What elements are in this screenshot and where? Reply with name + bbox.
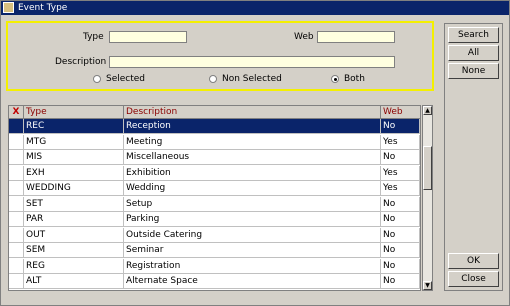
cell-description[interactable]: Outside Catering <box>124 227 381 243</box>
description-input[interactable] <box>109 56 395 68</box>
header-type[interactable]: Type <box>24 106 124 118</box>
radio-button-icon[interactable] <box>93 75 101 83</box>
cell-type[interactable]: OUT <box>24 227 124 243</box>
cell-type[interactable]: REC <box>24 119 124 134</box>
table-row[interactable]: REC Reception No <box>9 119 420 134</box>
cell-select[interactable] <box>9 212 24 227</box>
cell-select[interactable] <box>9 227 24 243</box>
button-panel: Search All None OK Close <box>444 23 503 291</box>
type-input[interactable] <box>109 31 187 43</box>
radio-label: Selected <box>106 74 146 84</box>
window-title: Event Type <box>18 3 68 13</box>
search-button[interactable]: Search <box>448 27 499 43</box>
cell-web[interactable]: No <box>381 119 420 134</box>
cell-type[interactable]: MIS <box>24 150 124 165</box>
web-input[interactable] <box>317 31 395 43</box>
cell-description[interactable]: Wedding <box>124 181 381 196</box>
table-row[interactable]: REG Registration No <box>9 258 420 274</box>
grid-header: X Type Description Web <box>9 106 420 119</box>
cell-web[interactable]: No <box>381 274 420 289</box>
cell-web[interactable]: Yes <box>381 165 420 181</box>
cell-select[interactable] <box>9 274 24 289</box>
app-icon <box>3 2 14 13</box>
cell-web[interactable]: Yes <box>381 181 420 196</box>
radio-label: Non Selected <box>222 74 282 84</box>
cell-select[interactable] <box>9 258 24 274</box>
cell-type[interactable]: REG <box>24 258 124 274</box>
cell-description[interactable]: Registration <box>124 258 381 274</box>
table-row[interactable]: PAR Parking No <box>9 212 420 227</box>
event-type-grid: X Type Description Web REC Reception No MTG… <box>8 105 421 291</box>
cell-type[interactable]: ALT <box>24 274 124 289</box>
title-bar: Event Type <box>1 1 509 15</box>
type-label: Type <box>83 32 104 42</box>
cell-web[interactable]: Yes <box>381 134 420 150</box>
cell-description[interactable]: Miscellaneous <box>124 150 381 165</box>
cell-select[interactable] <box>9 134 24 150</box>
cell-description[interactable]: Meeting <box>124 134 381 150</box>
radio-button-icon[interactable] <box>209 75 217 83</box>
grid-scrollbar[interactable]: ▲ ▼ <box>422 105 433 291</box>
cell-web[interactable]: No <box>381 243 420 258</box>
cell-select[interactable] <box>9 150 24 165</box>
cell-select[interactable] <box>9 119 24 134</box>
close-button[interactable]: Close <box>448 271 499 287</box>
table-row[interactable]: SET Setup No <box>9 196 420 212</box>
cell-select[interactable] <box>9 196 24 212</box>
radio-label: Both <box>344 74 365 84</box>
header-web[interactable]: Web <box>381 106 420 118</box>
event-type-window: Event Type Type Web Description Selected… <box>0 0 510 306</box>
filter-panel: Type Web Description Selected Non Selecte… <box>6 21 434 91</box>
table-row[interactable]: MTG Meeting Yes <box>9 134 420 150</box>
header-x[interactable]: X <box>9 106 24 118</box>
table-row[interactable]: EXH Exhibition Yes <box>9 165 420 181</box>
scroll-up-icon[interactable]: ▲ <box>423 106 432 115</box>
cell-web[interactable]: No <box>381 258 420 274</box>
cell-type[interactable]: WEDDING <box>24 181 124 196</box>
cell-description[interactable]: Exhibition <box>124 165 381 181</box>
table-row[interactable]: ALT Alternate Space No <box>9 274 420 289</box>
none-button[interactable]: None <box>448 63 499 79</box>
cell-select[interactable] <box>9 165 24 181</box>
cell-type[interactable]: SEM <box>24 243 124 258</box>
cell-type[interactable]: MTG <box>24 134 124 150</box>
cell-description[interactable]: Reception <box>124 119 381 134</box>
cell-type[interactable]: PAR <box>24 212 124 227</box>
description-label: Description <box>55 57 107 67</box>
cell-type[interactable]: SET <box>24 196 124 212</box>
cell-description[interactable]: Alternate Space <box>124 274 381 289</box>
cell-web[interactable]: No <box>381 196 420 212</box>
ok-button[interactable]: OK <box>448 253 499 269</box>
cell-description[interactable]: Setup <box>124 196 381 212</box>
table-row[interactable]: WEDDING Wedding Yes <box>9 181 420 196</box>
cell-type[interactable]: EXH <box>24 165 124 181</box>
table-row[interactable]: OUT Outside Catering No <box>9 227 420 243</box>
header-description[interactable]: Description <box>124 106 381 118</box>
cell-description[interactable]: Seminar <box>124 243 381 258</box>
cell-web[interactable]: No <box>381 227 420 243</box>
table-row[interactable]: SEM Seminar No <box>9 243 420 258</box>
all-button[interactable]: All <box>448 45 499 61</box>
cell-select[interactable] <box>9 243 24 258</box>
cell-web[interactable]: No <box>381 212 420 227</box>
cell-web[interactable]: No <box>381 150 420 165</box>
cell-select[interactable] <box>9 181 24 196</box>
radio-button-icon[interactable] <box>331 75 339 83</box>
table-row[interactable]: MIS Miscellaneous No <box>9 150 420 165</box>
scroll-thumb[interactable] <box>423 146 432 190</box>
cell-description[interactable]: Parking <box>124 212 381 227</box>
scroll-down-icon[interactable]: ▼ <box>423 281 432 290</box>
web-label: Web <box>294 32 314 42</box>
